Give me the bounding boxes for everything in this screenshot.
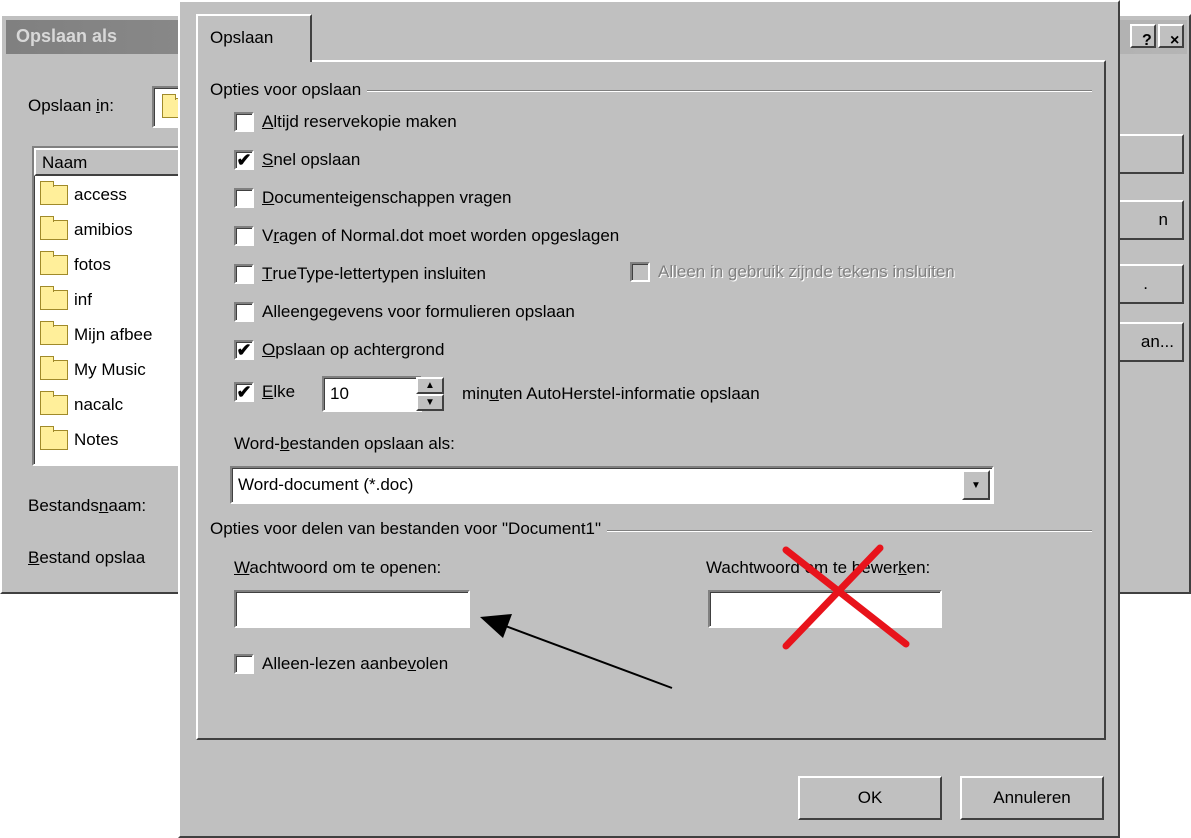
list-item[interactable]: Notes bbox=[40, 423, 190, 457]
list-item[interactable]: nacalc bbox=[40, 388, 190, 422]
help-button[interactable]: ? bbox=[1130, 24, 1156, 49]
folder-icon bbox=[40, 356, 68, 380]
ok-button[interactable]: OK bbox=[798, 776, 942, 820]
save-option-4[interactable]: TrueType-lettertypen insluiten bbox=[234, 264, 486, 284]
save-option-checkbox[interactable] bbox=[234, 302, 254, 322]
save-option-checkbox[interactable]: ✔ bbox=[234, 150, 254, 170]
list-item[interactable]: My Music bbox=[40, 353, 190, 387]
file-list[interactable]: Naam access amibios fotos inf Mijn afbee My M… bbox=[32, 146, 194, 466]
save-option-1[interactable]: ✔ Snel opslaan bbox=[234, 150, 360, 170]
save-option-checkbox[interactable]: ✔ bbox=[234, 340, 254, 360]
tab-opslaan[interactable]: Opslaan bbox=[196, 14, 312, 62]
list-item[interactable]: amibios bbox=[40, 213, 190, 247]
readonly-recommended-option[interactable]: Alleen-lezen aanbe v olen bbox=[234, 654, 448, 674]
readonly-recommended-checkbox[interactable] bbox=[234, 654, 254, 674]
open-password-label: Wachtwoord om te openen: bbox=[234, 558, 442, 577]
save-as-format-label: Word-bestanden opslaan als: bbox=[234, 434, 455, 453]
column-header-name[interactable]: Naam bbox=[34, 148, 194, 176]
chevron-down-icon[interactable]: ▼ bbox=[962, 470, 990, 500]
autorecover-checkbox[interactable]: ✔ bbox=[234, 382, 254, 402]
save-as-format-select[interactable]: Word-document (*.doc) ▼ bbox=[230, 466, 994, 504]
spin-down-icon[interactable]: ▼ bbox=[416, 394, 444, 411]
embed-used-chars-checkbox bbox=[630, 262, 650, 282]
folder-icon bbox=[40, 391, 68, 415]
save-option-checkbox[interactable] bbox=[234, 188, 254, 208]
save-option-5[interactable]: Alleen g egevens voor formulieren opslaan bbox=[234, 302, 575, 322]
save-option-6[interactable]: ✔ Opslaan op achtergrond bbox=[234, 340, 444, 360]
autorecover-suffix: minuten AutoHerstel-informatie opslaan bbox=[462, 384, 760, 403]
spin-up-icon[interactable]: ▲ bbox=[416, 377, 444, 394]
autorecover-option[interactable]: ✔ Elke bbox=[234, 382, 295, 402]
folder-icon bbox=[40, 321, 68, 345]
cancel-button[interactable]: Annuleren bbox=[960, 776, 1104, 820]
list-item[interactable]: inf bbox=[40, 283, 190, 317]
close-icon[interactable]: × bbox=[1158, 24, 1184, 49]
minutes-spinner[interactable]: ▲ ▼ bbox=[416, 377, 444, 411]
check-icon: ✔ bbox=[236, 150, 252, 170]
modify-password-label: Wachtwoord om te bewerken: bbox=[706, 558, 931, 577]
filetype-label: Bestand opslaa bbox=[28, 548, 146, 567]
folder-icon bbox=[40, 251, 68, 275]
save-options-group-label: Opties voor opslaan bbox=[208, 80, 368, 100]
folder-icon bbox=[40, 216, 68, 240]
autorecover-minutes-input[interactable]: 10 bbox=[322, 376, 422, 412]
options-dialog: Opslaan Opties voor opslaan Altijd reser… bbox=[178, 0, 1120, 838]
save-option-3[interactable]: Vr agen of Normal.dot moet worden opgesla… bbox=[234, 226, 619, 246]
modify-password-field[interactable] bbox=[708, 590, 942, 628]
list-item[interactable]: fotos bbox=[40, 248, 190, 282]
tab-panel: Opties voor opslaan Altijd reservekopie … bbox=[196, 60, 1106, 740]
folder-icon bbox=[40, 181, 68, 205]
folder-icon bbox=[40, 286, 68, 310]
save-as-title: Opslaan als bbox=[16, 26, 118, 46]
list-item[interactable]: access bbox=[40, 178, 190, 212]
check-icon: ✔ bbox=[236, 382, 252, 402]
sharing-options-group-label: Opties voor delen van bestanden voor "Do… bbox=[208, 519, 608, 539]
list-item[interactable]: Mijn afbee bbox=[40, 318, 190, 352]
save-option-checkbox[interactable] bbox=[234, 112, 254, 132]
save-option-2[interactable]: Documenteigenschappen vragen bbox=[234, 188, 512, 208]
save-option-checkbox[interactable] bbox=[234, 264, 254, 284]
embed-used-chars-option: Alleen in gebruik zijnde tekens insluite… bbox=[630, 262, 955, 282]
filename-label: Bestandsnaam: bbox=[28, 496, 147, 515]
check-icon: ✔ bbox=[236, 340, 252, 360]
save-in-label: Opslaan in: bbox=[28, 96, 115, 115]
open-password-field[interactable] bbox=[234, 590, 470, 628]
folder-icon bbox=[40, 426, 68, 450]
save-option-checkbox[interactable] bbox=[234, 226, 254, 246]
save-option-0[interactable]: Altijd reservekopie maken bbox=[234, 112, 457, 132]
